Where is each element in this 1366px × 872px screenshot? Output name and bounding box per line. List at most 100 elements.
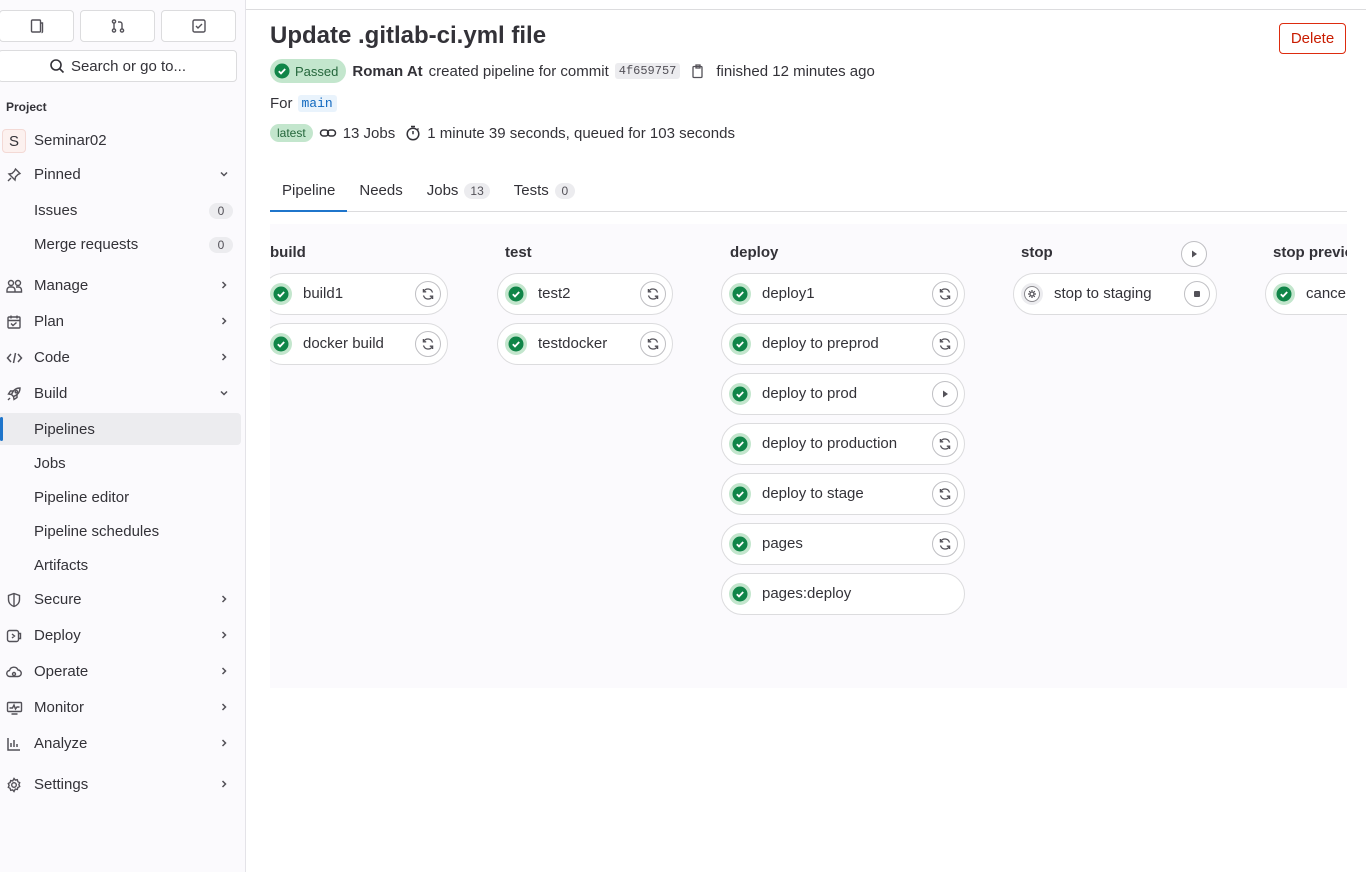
retry-icon[interactable] [640, 281, 666, 307]
job-deploy-to-preprod[interactable]: deploy to preprod [721, 323, 965, 365]
retry-icon[interactable] [415, 281, 441, 307]
sidebar-top-buttons [0, 10, 236, 42]
sidebar-item-build[interactable]: Build [0, 377, 241, 409]
stage-title: deploy [730, 244, 779, 261]
author-link[interactable]: Roman At [352, 63, 422, 80]
sidebar-item-pinned[interactable]: Pinned [0, 158, 241, 190]
job-testdocker[interactable]: testdocker [497, 323, 673, 365]
play-icon[interactable] [932, 381, 958, 407]
branch-link[interactable]: main [297, 95, 337, 112]
tab-pipeline[interactable]: Pipeline [270, 170, 348, 212]
retry-icon[interactable] [932, 431, 958, 457]
for-label: For [270, 95, 293, 112]
job-name: pages [762, 535, 803, 552]
sidebar-item-deploy[interactable]: Deploy [0, 619, 241, 651]
job-name: deploy to prod [762, 385, 858, 402]
job-test2[interactable]: test2 [497, 273, 673, 315]
merge-requests-shortcut-button[interactable] [80, 10, 155, 42]
job-cancel[interactable]: cancel [1265, 273, 1347, 315]
todos-shortcut-button[interactable] [161, 10, 236, 42]
sidebar-item-label: Jobs [34, 454, 66, 472]
search-label: Search or go to... [70, 57, 187, 75]
tab-jobs[interactable]: Jobs 13 [415, 170, 502, 211]
sidebar-item-operate[interactable]: Operate [0, 655, 241, 687]
chevron-right-icon [217, 592, 231, 606]
job-deploy-to-stage[interactable]: deploy to stage [721, 473, 965, 515]
sidebar-item-plan[interactable]: Plan [0, 305, 241, 337]
play-all-manual-icon[interactable] [1181, 241, 1207, 267]
job-stop-to-staging[interactable]: stop to staging [1013, 273, 1217, 315]
issues-shortcut-button[interactable] [0, 10, 74, 42]
sidebar-item-merge-requests[interactable]: Merge requests 0 [0, 228, 241, 260]
app-root: Search or go to... Project S Seminar02 P… [0, 0, 1366, 872]
cloud-icon [5, 663, 23, 681]
deploy-icon [5, 627, 23, 645]
sidebar-item-label: Artifacts [34, 556, 89, 574]
stop-icon[interactable] [1184, 281, 1210, 307]
retry-icon[interactable] [932, 481, 958, 507]
chart-icon [5, 735, 23, 753]
sidebar-item-label: Analyze [34, 734, 88, 752]
sidebar-item-pipeline-schedules[interactable]: Pipeline schedules [0, 515, 241, 547]
tab-label: Needs [359, 182, 403, 199]
header-divider [246, 9, 1366, 10]
job-build1[interactable]: build1 [270, 273, 448, 315]
job-name: stop to staging [1054, 285, 1152, 302]
job-pages-deploy[interactable]: pages:deploy [721, 573, 965, 615]
job-deploy1[interactable]: deploy1 [721, 273, 965, 315]
retry-icon[interactable] [640, 331, 666, 357]
chevron-right-icon [217, 350, 231, 364]
job-deploy-to-prod[interactable]: deploy to prod [721, 373, 965, 415]
sidebar-item-artifacts[interactable]: Artifacts [0, 549, 241, 581]
job-deploy-to-production[interactable]: deploy to production [721, 423, 965, 465]
commit-sha-link[interactable]: 4f659757 [614, 63, 681, 79]
sidebar-item-label: Pipeline schedules [34, 522, 160, 540]
sidebar-item-monitor[interactable]: Monitor [0, 691, 241, 723]
tab-tests[interactable]: Tests 0 [502, 170, 587, 211]
job-docker-build[interactable]: docker build [270, 323, 448, 365]
delete-button[interactable]: Delete [1279, 23, 1346, 54]
status-success-icon [505, 283, 527, 305]
merge-request-icon [111, 19, 124, 33]
sidebar-item-label: Monitor [34, 698, 85, 716]
retry-icon[interactable] [932, 331, 958, 357]
sidebar-item-analyze[interactable]: Analyze [0, 727, 241, 759]
thumbtack-icon [5, 166, 23, 184]
sidebar-item-label: Code [34, 348, 70, 366]
sidebar-item-pipelines[interactable]: Pipelines [0, 413, 241, 445]
job-pages[interactable]: pages [721, 523, 965, 565]
stage-title: test [505, 244, 532, 261]
sidebar-item-label: Merge requests [34, 235, 139, 253]
sidebar-item-issues[interactable]: Issues 0 [0, 194, 241, 226]
retry-icon[interactable] [932, 281, 958, 307]
search-button[interactable]: Search or go to... [0, 50, 237, 82]
timer-icon [406, 125, 420, 141]
status-success-icon [729, 433, 751, 455]
calendar-icon [5, 313, 23, 331]
search-icon [50, 59, 65, 74]
sidebar-item-pipeline-editor[interactable]: Pipeline editor [0, 481, 241, 513]
job-name: docker build [303, 335, 384, 352]
sidebar-item-jobs[interactable]: Jobs [0, 447, 241, 479]
tab-needs[interactable]: Needs [347, 170, 414, 211]
retry-icon[interactable] [932, 531, 958, 557]
sidebar-item-project[interactable]: S Seminar02 [0, 124, 241, 156]
sidebar-item-settings[interactable]: Settings [0, 768, 241, 800]
stage-title: stop [1021, 244, 1053, 261]
job-name: pages:deploy [762, 585, 852, 602]
users-icon [5, 277, 23, 295]
retry-icon[interactable] [415, 331, 441, 357]
sidebar-item-manage[interactable]: Manage [0, 269, 241, 301]
sidebar-item-secure[interactable]: Secure [0, 583, 241, 615]
tab-label: Pipeline [282, 182, 336, 199]
tab-label: Jobs [426, 182, 459, 199]
chevron-right-icon [217, 700, 231, 714]
project-avatar: S [2, 129, 26, 153]
status-badge[interactable]: Passed [270, 59, 347, 83]
copy-icon[interactable] [690, 63, 706, 79]
page-title: Update .gitlab-ci.yml file [270, 22, 547, 49]
status-success-icon [729, 333, 751, 355]
duration-text: 1 minute 39 seconds, queued for 103 seco… [427, 124, 735, 142]
sidebar-item-code[interactable]: Code [0, 341, 241, 373]
sidebar-item-label: Secure [34, 590, 82, 608]
